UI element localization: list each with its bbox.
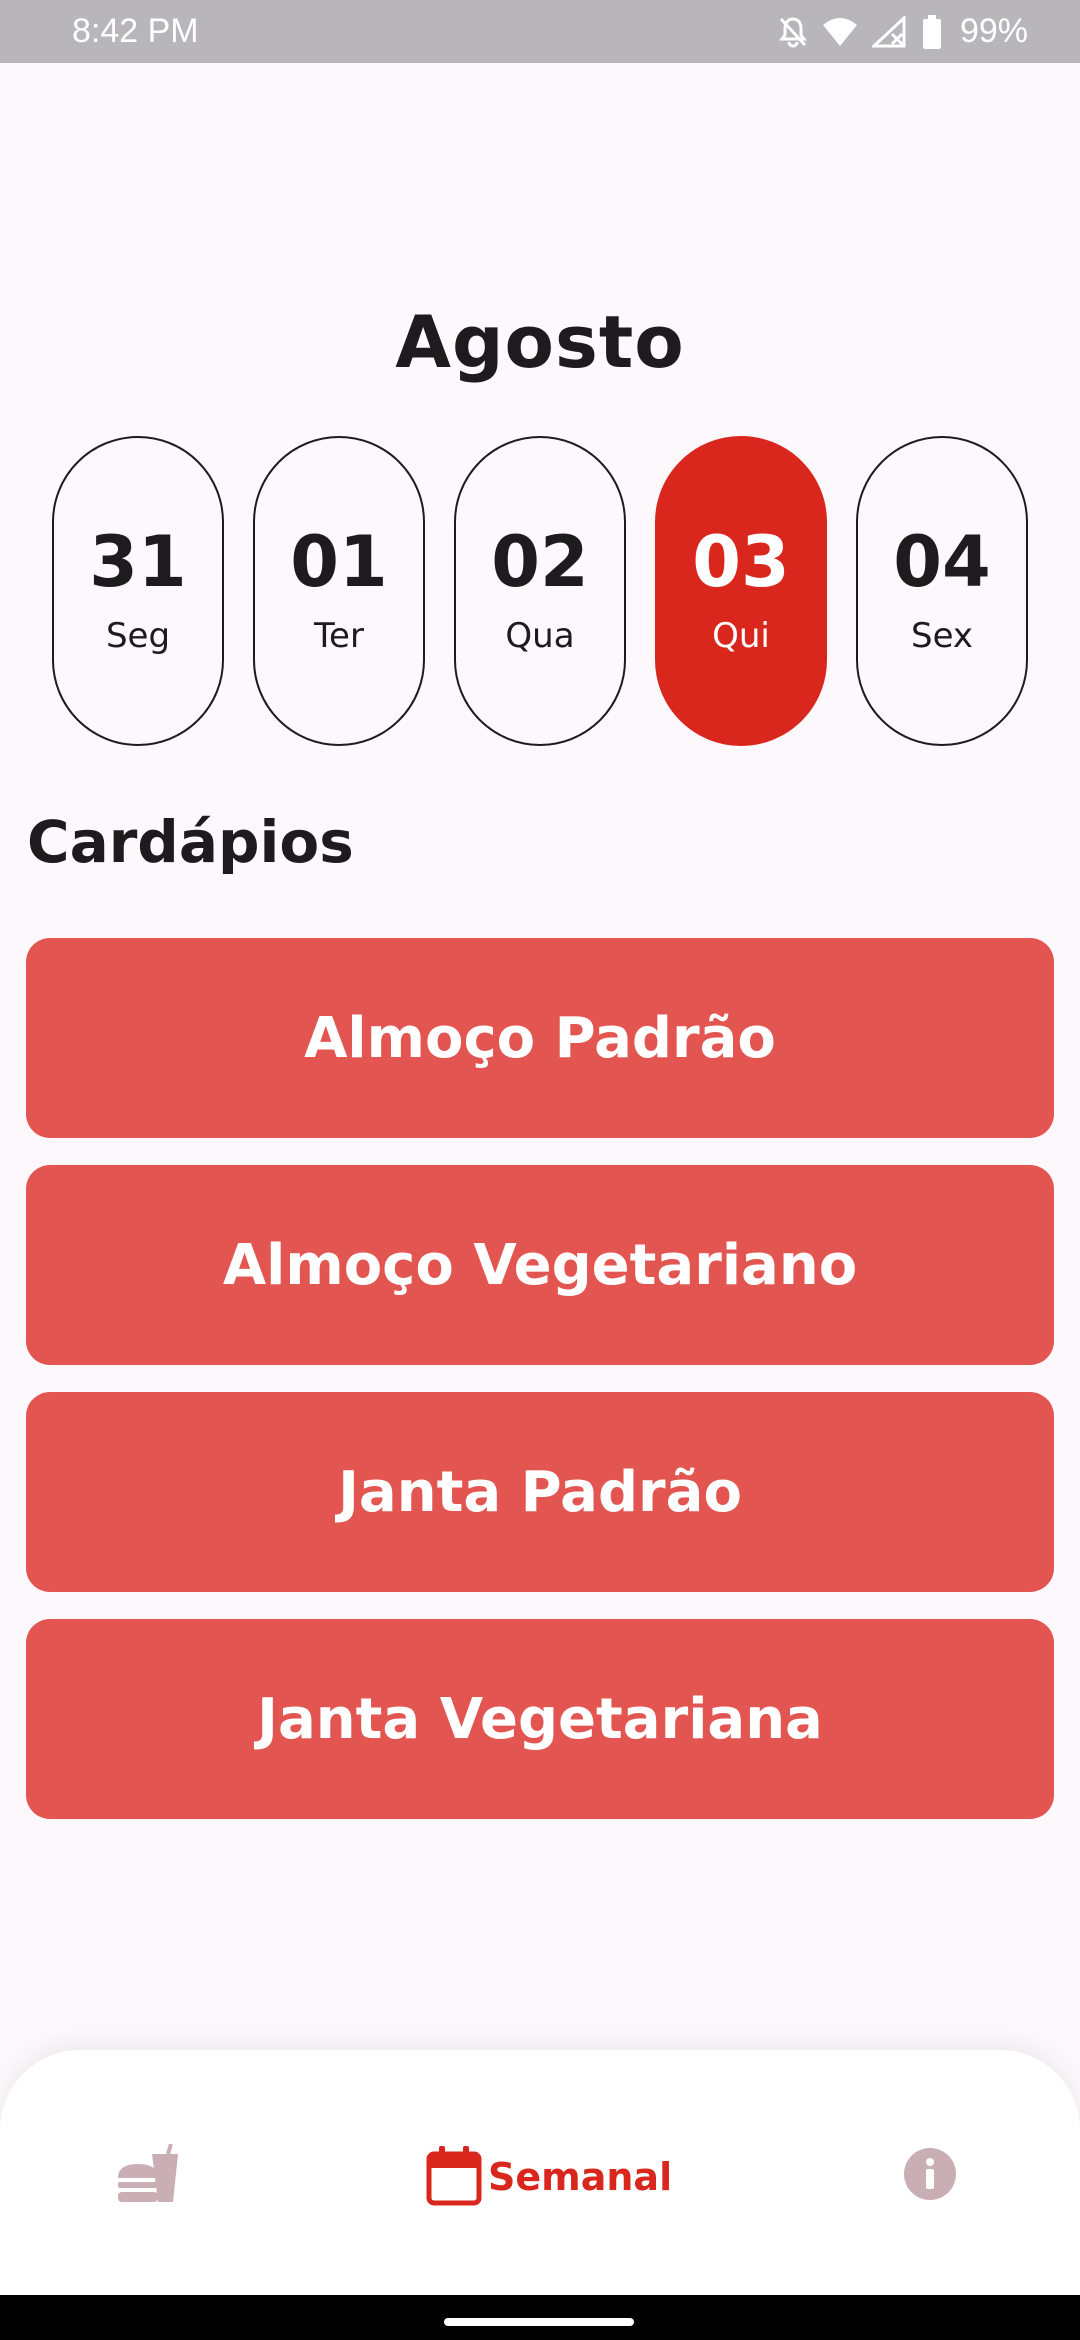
battery-percent: 99% [959,12,1028,50]
info-icon [903,2147,957,2205]
nav-weekly-tab[interactable]: Semanal [426,2144,672,2210]
day-selector: 31 Seg 01 Ter 02 Qua 03 Qui 04 Sex [52,436,1028,746]
day-name: Sex [910,616,974,656]
battery-icon [922,14,942,49]
day-name: Ter [314,616,364,656]
bottom-navigation: Semanal [0,2050,1080,2295]
menus-section-title: Cardápios [27,808,354,876]
day-pill-qua[interactable]: 02 Qua [454,436,626,746]
day-number: 01 [290,521,388,603]
menu-button-janta-vegetariana[interactable]: Janta Vegetariana [26,1619,1054,1819]
day-pill-seg[interactable]: 31 Seg [52,436,224,746]
status-bar: 8:42 PM 99% [0,0,1080,63]
day-pill-qui-selected[interactable]: 03 Qui [655,436,827,746]
day-pill-sex[interactable]: 04 Sex [856,436,1028,746]
notifications-off-icon [778,16,808,48]
status-icons: 99% [778,12,1028,51]
calendar-icon [426,2144,482,2210]
day-number: 04 [893,521,991,603]
day-number: 31 [89,521,187,603]
menu-button-almoco-padrao[interactable]: Almoço Padrão [26,938,1054,1138]
menu-list: Almoço Padrão Almoço Vegetariano Janta P… [26,938,1054,1819]
day-number: 02 [491,521,589,603]
status-time: 8:42 PM [72,12,199,50]
nav-weekly-label: Semanal [488,2155,673,2199]
nav-info-button[interactable] [903,2147,957,2205]
menu-button-almoco-vegetariano[interactable]: Almoço Vegetariano [26,1165,1054,1365]
menu-button-janta-padrao[interactable]: Janta Padrão [26,1392,1054,1592]
day-name: Seg [105,616,171,656]
wifi-icon [822,17,858,47]
day-number: 03 [692,521,790,603]
home-indicator[interactable] [444,2318,634,2326]
month-title: Agosto [395,300,685,384]
day-name: Qua [505,616,575,656]
day-name: Qui [712,616,770,656]
nav-food-button[interactable] [116,2143,182,2210]
fastfood-icon [116,2143,182,2210]
no-signal-icon [871,15,908,48]
day-pill-ter[interactable]: 01 Ter [253,436,425,746]
